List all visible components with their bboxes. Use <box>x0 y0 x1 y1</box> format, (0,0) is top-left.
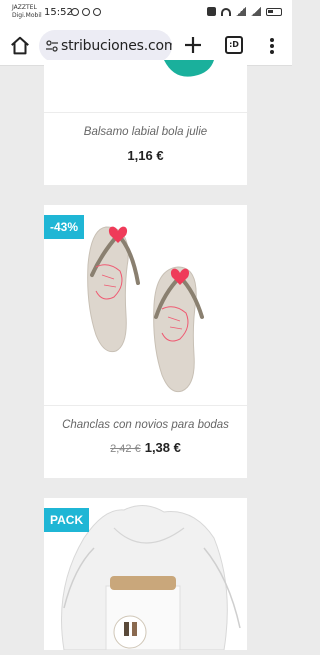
nfc-icon <box>207 7 216 16</box>
card-divider <box>44 112 247 113</box>
home-icon[interactable] <box>9 35 31 57</box>
card-divider <box>44 405 247 406</box>
app-notification-icon <box>93 8 101 16</box>
tab-switcher-button[interactable]: :D <box>225 36 243 54</box>
address-bar[interactable]: stribuciones.com <box>39 30 172 62</box>
lip-balm-image <box>164 60 214 77</box>
discount-badge: -43% <box>44 215 85 239</box>
product-price: 1,16 € <box>127 148 164 163</box>
new-tab-icon[interactable] <box>183 35 203 55</box>
wifi-icon <box>221 7 231 16</box>
status-bar: JAZZTEL Digi.Mobil 15:52 <box>0 0 292 26</box>
signal-icon <box>236 7 246 16</box>
carrier-line-1: JAZZTEL <box>12 4 37 11</box>
carrier-label: JAZZTEL Digi.Mobil <box>12 4 42 20</box>
product-price-row: 2,42 €1,38 € <box>44 440 247 455</box>
pack-badge: PACK <box>44 508 90 532</box>
original-price: 2,42 € <box>110 443 141 455</box>
carrier-line-2: Digi.Mobil <box>12 12 42 19</box>
signal-2-icon <box>251 7 261 16</box>
messenger-icon <box>71 8 79 16</box>
product-card[interactable]: PACK <box>44 498 247 651</box>
site-settings-icon[interactable] <box>46 40 58 52</box>
clock: 15:52 <box>44 7 73 18</box>
more-menu-icon[interactable] <box>265 36 279 56</box>
product-price: 1,38 € <box>144 440 181 455</box>
product-card[interactable]: Balsamo labial bola julie 1,16 € <box>44 60 247 185</box>
battery-icon <box>266 7 282 16</box>
heart-notification-icon <box>82 8 90 16</box>
product-card[interactable]: -43% Chanclas con novios para bodas 2,42… <box>44 205 247 478</box>
notification-icons <box>71 8 101 16</box>
url-text: stribuciones.com <box>61 38 172 54</box>
system-icons <box>207 7 282 16</box>
product-image[interactable] <box>44 60 247 112</box>
product-name[interactable]: Balsamo labial bola julie <box>44 126 247 138</box>
product-name[interactable]: Chanclas con novios para bodas <box>44 419 247 431</box>
